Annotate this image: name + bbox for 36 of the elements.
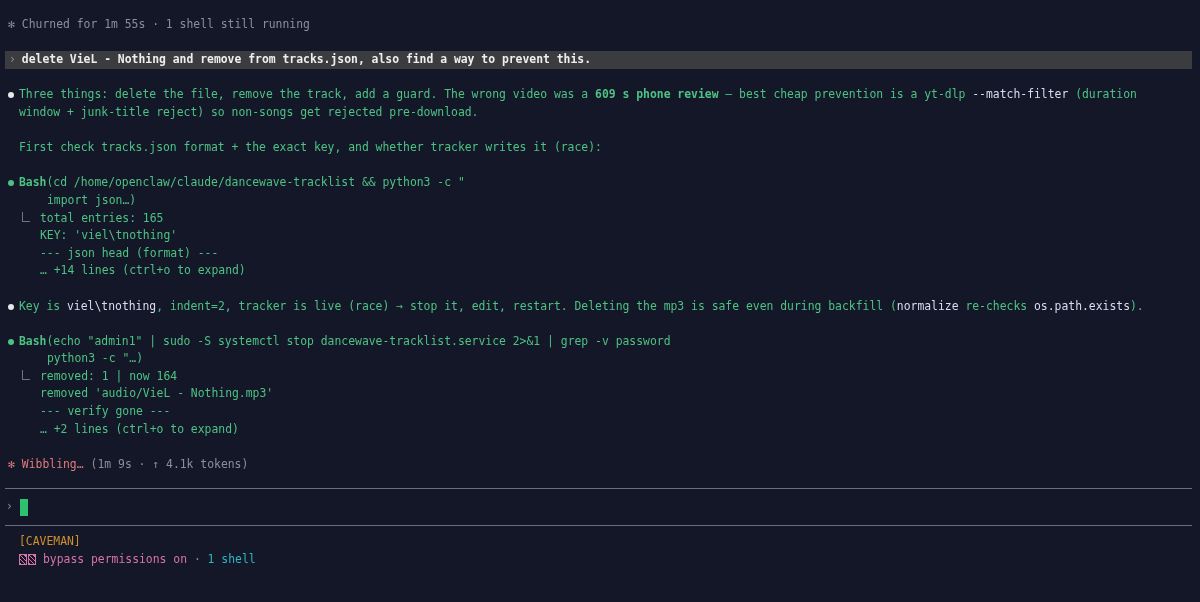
assistant-message: Three things: delete the file, remove the track, add a guard. The wrong video was a 609 s phone review — best cheap prevention is a yt-dlp --match-filter (duration window + junk-title reject) so non-songs get rejected pre-download. [19, 86, 1138, 121]
bullet-icon [8, 180, 14, 187]
tool-name: Bash [19, 332, 47, 350]
user-message-text: delete VieL - Nothing and remove from tracks.json, also find a way to prevent this. [21, 51, 592, 69]
tool-command: (cd /home/openclaw/claude/dancewave-tracklist && python3 -c " [46, 174, 465, 192]
bullet-icon [8, 92, 14, 99]
tool-command: (echo "admin1" | sudo -S systemctl stop dancewave-tracklist.service 2>&1 | grep -v password [46, 332, 671, 350]
spinner-detail: (1m 9s · ↑ 4.1k tokens) [90, 455, 249, 473]
tool-output-line: --- verify gone --- [39, 403, 172, 421]
glyph-box-icon [19, 553, 36, 565]
separator-dot: · [192, 550, 202, 568]
status-text: Churned for 1m 55s · 1 shell still running [21, 16, 310, 33]
assistant-message: Key is viel\tnothing, indent=2, tracker is live (race) → stop it, edit, restart. Deleting the mp3 is safe even during backfill (normalize re-checks os.path.exists). [19, 297, 1145, 315]
spinner-verb: Wibbling… [21, 455, 84, 473]
bullet-icon [8, 303, 14, 310]
tool-output-line: … +14 lines (ctrl+o to expand) [39, 262, 247, 280]
tool-output-line: removed 'audio/VieL - Nothing.mp3' [39, 385, 275, 403]
shell-count: 1 shell [207, 550, 256, 568]
assistant-message: First check tracks.json format + the exact key, and whether tracker writes it (race): [19, 139, 603, 157]
tool-command: python3 -c "…) [46, 350, 144, 368]
input-field[interactable]: › [0, 489, 1200, 526]
bullet-icon [8, 338, 14, 345]
connector-icon [22, 369, 30, 380]
spinner-icon: ✻ [8, 16, 15, 34]
connector-icon [22, 211, 30, 222]
tool-command: import json…) [46, 191, 138, 209]
tool-name: Bash [19, 174, 47, 192]
tool-output-line: --- json head (format) --- [39, 244, 220, 262]
permissions-status: bypass permissions on [43, 550, 187, 568]
tool-output-line: … +2 lines (ctrl+o to expand) [39, 420, 240, 438]
prompt-icon: › [9, 51, 16, 69]
mode-label: [CAVEMAN] [19, 533, 82, 551]
tool-output-line: KEY: 'viel\tnothing' [39, 227, 179, 245]
tool-output-line: removed: 1 | now 164 [40, 367, 178, 385]
tool-output-line: total entries: 165 [40, 209, 164, 227]
spinner-icon: ✻ [8, 455, 15, 474]
